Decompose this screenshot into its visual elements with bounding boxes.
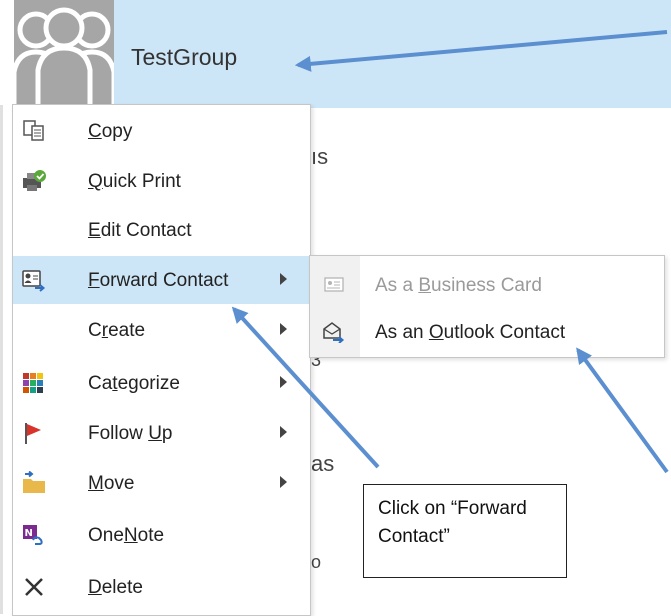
annotation-arrow-forward-contact xyxy=(231,306,380,469)
annotation-arrow-group-name xyxy=(294,30,668,72)
annotation-arrow-outlook-contact xyxy=(576,347,669,474)
annotation-arrows xyxy=(231,30,669,474)
